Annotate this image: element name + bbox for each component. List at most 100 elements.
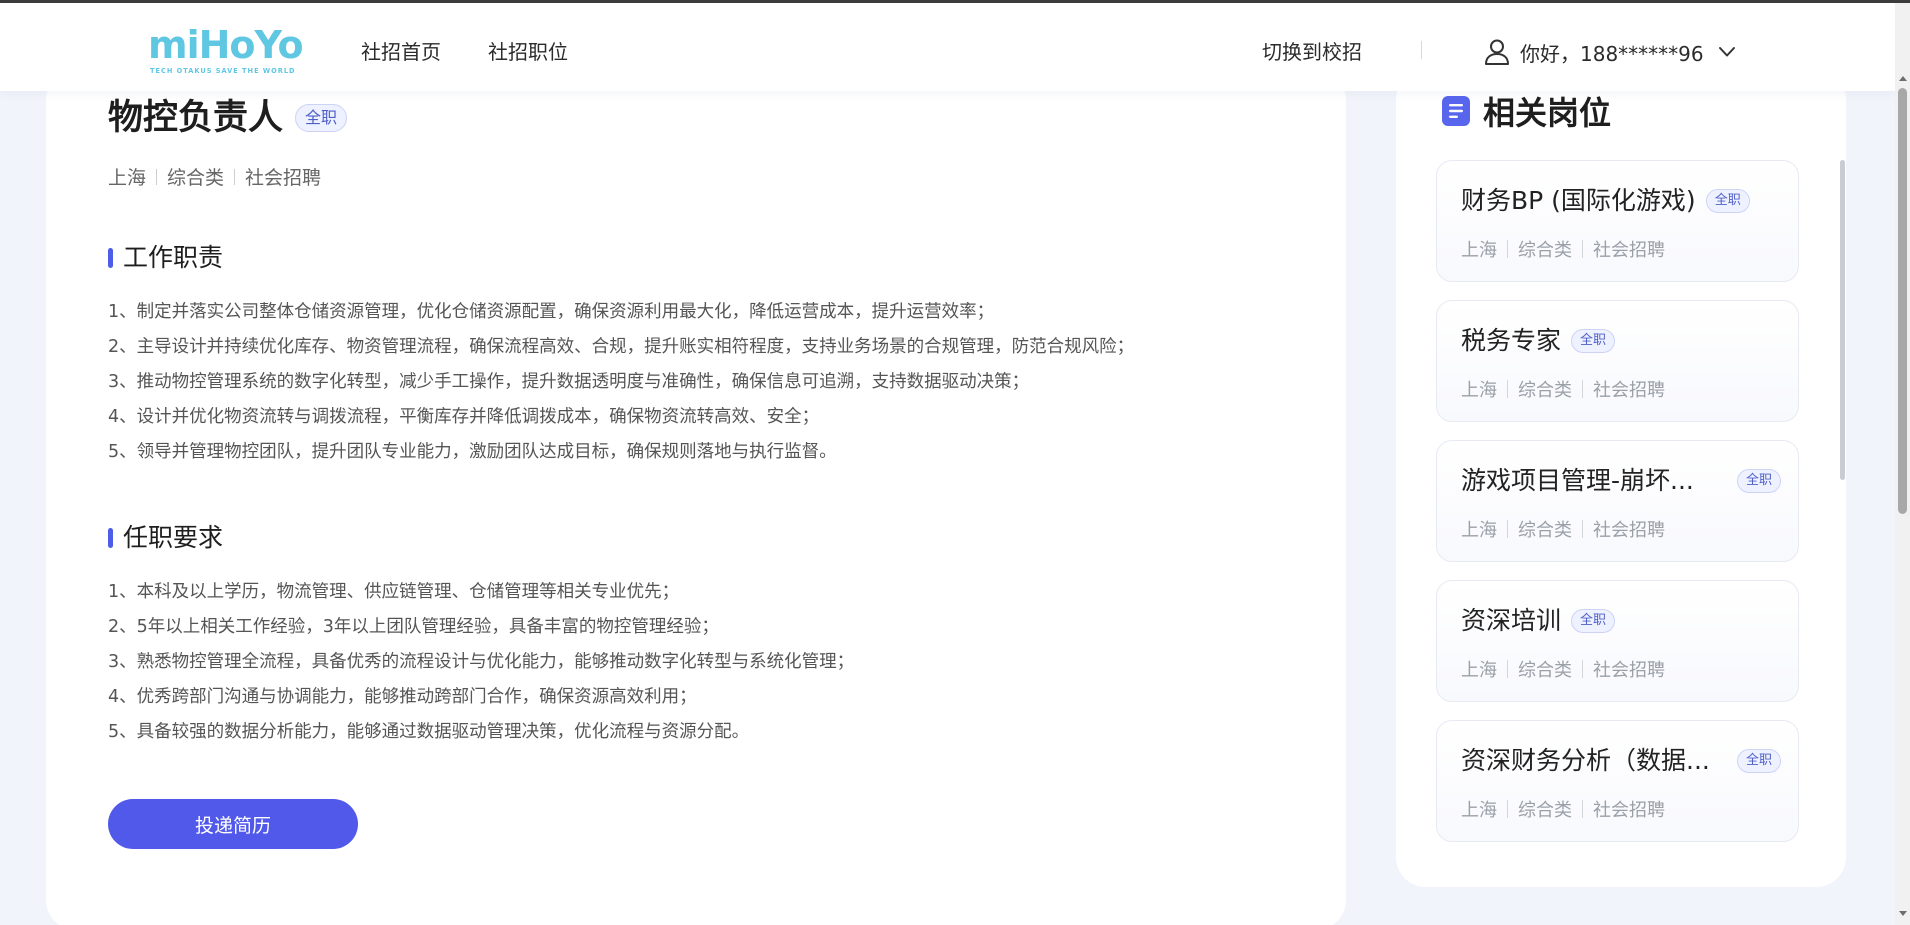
- meta-divider: [1582, 380, 1583, 398]
- requirements-list: 1、本科及以上学历，物流管理、供应链管理、仓储管理等相关专业优先； 2、5年以上…: [108, 575, 854, 750]
- mihoyo-logo[interactable]: miHoYo TECH OTAKUS SAVE THE WORLD: [148, 23, 304, 79]
- related-job-header: 资深培训 全职: [1461, 605, 1781, 637]
- related-job-header: 财务BP (国际化游戏) 全职: [1461, 185, 1781, 217]
- nav-social-jobs[interactable]: 社招职位: [488, 39, 568, 65]
- related-job-title: 财务BP (国际化游戏): [1461, 186, 1696, 215]
- header-divider: [1421, 41, 1422, 59]
- requirement-item: 2、5年以上相关工作经验，3年以上团队管理经验，具备丰富的物控管理经验；: [108, 617, 719, 637]
- meta-divider: [156, 168, 158, 185]
- section-accent-bar: [108, 528, 113, 548]
- related-job-city: 上海: [1461, 240, 1497, 261]
- user-menu[interactable]: 你好，188******96: [1484, 35, 1736, 69]
- related-job-card[interactable]: 财务BP (国际化游戏) 全职 上海 综合类 社会招聘: [1436, 160, 1799, 282]
- related-job-card[interactable]: 资深财务分析（数据... 全职 上海 综合类 社会招聘: [1436, 720, 1799, 842]
- related-job-category: 综合类: [1518, 520, 1572, 541]
- related-job-recruit: 社会招聘: [1593, 660, 1665, 681]
- duty-item: 2、主导设计并持续优化库存、物资管理流程，确保流程高效、合规，提升账实相符程度，…: [108, 337, 1135, 357]
- related-job-card[interactable]: 资深培训 全职 上海 综合类 社会招聘: [1436, 580, 1799, 702]
- related-job-tag: 全职: [1571, 329, 1616, 353]
- related-job-city: 上海: [1461, 800, 1497, 821]
- job-city: 上海: [108, 167, 147, 189]
- meta-divider: [1507, 380, 1508, 398]
- chevron-down-icon[interactable]: [1718, 46, 1736, 58]
- site-header: miHoYo TECH OTAKUS SAVE THE WORLD 社招首页 社…: [0, 3, 1895, 91]
- job-title: 物控负责人: [108, 98, 284, 138]
- job-category: 综合类: [167, 167, 225, 189]
- job-detail-card: [46, 70, 1346, 925]
- scroll-down-arrow-icon[interactable]: [1899, 911, 1907, 916]
- duties-heading: 工作职责: [108, 242, 223, 274]
- duties-list: 1、制定并落实公司整体仓储资源管理，优化仓储资源配置，确保资源利用最大化，降低运…: [108, 295, 1134, 470]
- requirement-item: 5、具备较强的数据分析能力，能够通过数据驱动管理决策，优化流程与资源分配。: [108, 722, 750, 742]
- related-job-tag: 全职: [1736, 749, 1781, 773]
- meta-divider: [1507, 520, 1508, 538]
- job-type-tag: 全职: [295, 104, 348, 132]
- meta-divider: [1507, 660, 1508, 678]
- nav-social-home[interactable]: 社招首页: [361, 39, 441, 65]
- related-job-recruit: 社会招聘: [1593, 380, 1665, 401]
- related-job-header: 资深财务分析（数据... 全职: [1461, 745, 1781, 777]
- window-top-border: [0, 0, 1910, 3]
- related-job-category: 综合类: [1518, 800, 1572, 821]
- related-job-category: 综合类: [1518, 660, 1572, 681]
- meta-divider: [1507, 240, 1508, 258]
- meta-divider: [1582, 240, 1583, 258]
- related-job-meta: 上海 综合类 社会招聘: [1461, 376, 1665, 402]
- requirements-heading: 任职要求: [108, 522, 223, 554]
- duty-item: 4、设计并优化物资流转与调拨流程，平衡库存并降低调拨成本，确保物资流转高效、安全…: [108, 407, 820, 427]
- related-job-tag: 全职: [1571, 609, 1616, 633]
- page: miHoYo TECH OTAKUS SAVE THE WORLD 社招首页 社…: [0, 0, 1910, 925]
- scroll-up-arrow-icon[interactable]: [1899, 76, 1907, 81]
- related-job-category: 综合类: [1518, 380, 1572, 401]
- related-job-meta: 上海 综合类 社会招聘: [1461, 656, 1665, 682]
- related-job-city: 上海: [1461, 660, 1497, 681]
- requirement-item: 3、熟悉物控管理全流程，具备优秀的流程设计与优化能力，能够推动数字化转型与系统化…: [108, 652, 855, 672]
- logo-tagline: TECH OTAKUS SAVE THE WORLD: [150, 67, 296, 75]
- related-job-header: 税务专家 全职: [1461, 325, 1781, 357]
- user-greeting: 你好，188******96: [1520, 41, 1704, 66]
- related-job-meta: 上海 综合类 社会招聘: [1461, 516, 1665, 542]
- duties-title: 工作职责: [123, 243, 224, 272]
- related-job-city: 上海: [1461, 380, 1497, 401]
- related-job-title: 资深培训: [1461, 606, 1562, 635]
- job-title-row: 物控负责人 全职: [108, 95, 348, 141]
- related-job-meta: 上海 综合类 社会招聘: [1461, 796, 1665, 822]
- job-recruit-type: 社会招聘: [245, 167, 322, 189]
- apply-resume-button[interactable]: 投递简历: [108, 799, 358, 849]
- related-job-header: 游戏项目管理-崩坏... 全职: [1461, 465, 1781, 497]
- related-job-card[interactable]: 税务专家 全职 上海 综合类 社会招聘: [1436, 300, 1799, 422]
- related-job-title: 游戏项目管理-崩坏...: [1461, 466, 1694, 495]
- related-job-recruit: 社会招聘: [1593, 800, 1665, 821]
- requirement-item: 4、优秀跨部门沟通与协调能力，能够推动跨部门合作，确保资源高效利用；: [108, 687, 697, 707]
- related-job-title: 资深财务分析（数据...: [1461, 746, 1710, 775]
- related-jobs-heading: 相关岗位: [1441, 92, 1611, 134]
- user-icon: [1484, 38, 1510, 66]
- logo-wordmark: miHoYo: [148, 23, 304, 67]
- requirement-item: 1、本科及以上学历，物流管理、供应链管理、仓储管理等相关专业优先；: [108, 582, 680, 602]
- meta-divider: [1582, 800, 1583, 818]
- duty-item: 3、推动物控管理系统的数字化转型，减少手工操作，提升数据透明度与准确性，确保信息…: [108, 372, 1030, 392]
- document-icon: [1441, 95, 1471, 131]
- job-meta: 上海 综合类 社会招聘: [108, 163, 321, 190]
- related-job-city: 上海: [1461, 520, 1497, 541]
- requirements-title: 任职要求: [123, 523, 224, 552]
- meta-divider: [1582, 660, 1583, 678]
- related-list-scrollbar[interactable]: [1840, 160, 1845, 480]
- duty-item: 1、制定并落实公司整体仓储资源管理，优化仓储资源配置，确保资源利用最大化，降低运…: [108, 302, 995, 322]
- page-scrollbar-thumb[interactable]: [1898, 88, 1907, 514]
- related-jobs-title: 相关岗位: [1483, 94, 1612, 132]
- related-job-tag: 全职: [1705, 189, 1750, 213]
- related-job-category: 综合类: [1518, 240, 1572, 261]
- related-job-card[interactable]: 游戏项目管理-崩坏... 全职 上海 综合类 社会招聘: [1436, 440, 1799, 562]
- meta-divider: [234, 168, 236, 185]
- related-job-tag: 全职: [1736, 469, 1781, 493]
- section-accent-bar: [108, 248, 113, 268]
- related-job-meta: 上海 综合类 社会招聘: [1461, 236, 1665, 262]
- duty-item: 5、领导并管理物控团队，提升团队专业能力，激励团队达成目标，确保规则落地与执行监…: [108, 442, 837, 462]
- switch-to-campus-link[interactable]: 切换到校招: [1262, 39, 1362, 65]
- meta-divider: [1507, 800, 1508, 818]
- related-job-recruit: 社会招聘: [1593, 240, 1665, 261]
- meta-divider: [1582, 520, 1583, 538]
- related-job-title: 税务专家: [1461, 326, 1562, 355]
- related-job-recruit: 社会招聘: [1593, 520, 1665, 541]
